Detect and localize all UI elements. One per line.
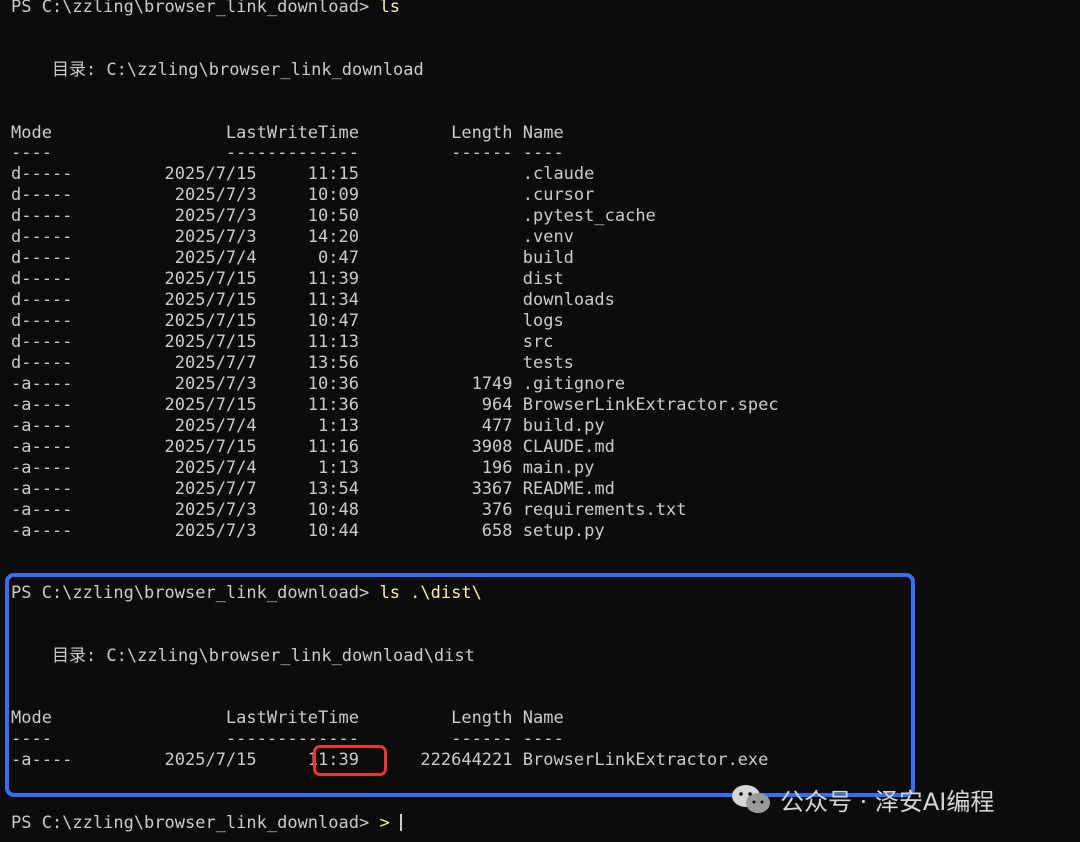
watermark-text: 公众号 · 泽安AI编程 (780, 787, 995, 816)
wechat-icon (732, 785, 770, 813)
file-row: -a---- 2025/7/7 13:54 3367 README.md (11, 479, 615, 499)
file-row: -a---- 2025/7/3 10:36 1749 .gitignore (11, 374, 626, 394)
watermark: 公众号 · 泽安AI编程 (730, 782, 994, 816)
column-underline-1: ---- ------------- ------ ---- (11, 143, 564, 163)
prompt-text: PS C:\zzling\browser_link_download> (11, 813, 380, 833)
file-row: d----- 2025/7/3 10:09 .cursor (11, 185, 595, 205)
directory-line-1: 目录: C:\zzling\browser_link_download (11, 60, 424, 80)
file-row: d----- 2025/7/4 0:47 build (11, 248, 574, 268)
file-row: d----- 2025/7/15 10:47 logs (11, 311, 564, 331)
prompt-line-3[interactable]: PS C:\zzling\browser_link_download> > (11, 813, 402, 834)
file-row: d----- 2025/7/15 11:39 dist (11, 269, 564, 289)
highlight-box-time (313, 745, 387, 776)
file-row: -a---- 2025/7/4 1:13 477 build.py (11, 416, 605, 436)
file-row: d----- 2025/7/15 11:15 .claude (11, 164, 595, 184)
file-row: d----- 2025/7/3 10:50 .pytest_cache (11, 206, 656, 226)
command-ls: ls (379, 0, 400, 17)
file-row: d----- 2025/7/3 14:20 .venv (11, 227, 574, 247)
file-row: d----- 2025/7/7 13:56 tests (11, 353, 574, 373)
file-row: -a---- 2025/7/3 10:44 658 setup.py (11, 521, 605, 541)
text-cursor (399, 814, 402, 831)
file-row: -a---- 2025/7/15 11:36 964 BrowserLinkEx… (11, 395, 779, 415)
column-headers-1: Mode LastWriteTime Length Name (11, 123, 564, 143)
file-row: d----- 2025/7/15 11:34 downloads (11, 290, 615, 310)
file-row: d----- 2025/7/15 11:13 src (11, 332, 554, 352)
terminal-window[interactable]: PS C:\zzling\browser_link_download> ls 目… (0, 0, 1080, 842)
input-arrow: > (379, 813, 390, 833)
prompt-line-1: PS C:\zzling\browser_link_download> ls (11, 0, 400, 18)
file-row: -a---- 2025/7/4 1:13 196 main.py (11, 458, 595, 478)
file-row: -a---- 2025/7/3 10:48 376 requirements.t… (11, 500, 687, 520)
prompt-text: PS C:\zzling\browser_link_download> (11, 0, 380, 17)
file-row: -a---- 2025/7/15 11:16 3908 CLAUDE.md (11, 437, 615, 457)
highlight-box-dist (5, 573, 915, 797)
